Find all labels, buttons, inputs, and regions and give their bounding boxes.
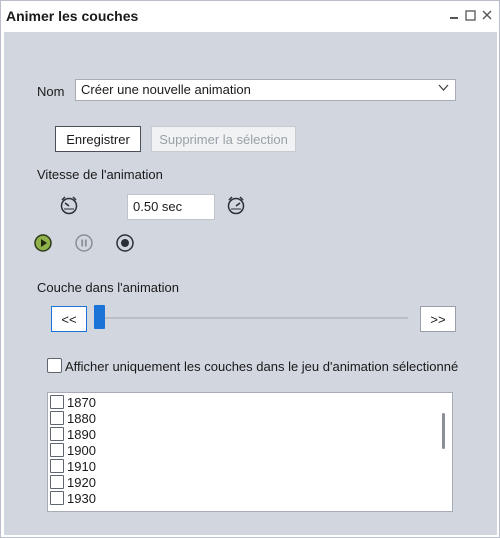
layer-label: Couche dans l'animation [37, 280, 179, 295]
filter-label: Afficher uniquement les couches dans le … [65, 359, 459, 374]
window-title: Animer les couches [6, 8, 139, 24]
name-label: Nom [37, 84, 65, 99]
layer-checkbox[interactable] [50, 491, 64, 505]
list-scrollbar[interactable] [435, 393, 452, 511]
play-icon[interactable] [33, 233, 53, 256]
list-item[interactable]: 1920 [50, 474, 96, 490]
list-item[interactable]: 1890 [50, 426, 96, 442]
panel-body: Nom Créer une nouvelle animation Enregis… [4, 32, 497, 535]
list-item[interactable]: 1910 [50, 458, 96, 474]
pause-icon[interactable] [74, 233, 94, 256]
layer-checkbox[interactable] [50, 395, 64, 409]
chevron-down-icon[interactable] [438, 83, 449, 95]
animation-name-value: Créer une nouvelle animation [81, 82, 251, 97]
animation-name-combobox[interactable]: Créer une nouvelle animation [75, 79, 456, 101]
save-button[interactable]: Enregistrer [55, 126, 141, 152]
layer-checkbox[interactable] [50, 427, 64, 441]
layer-checkbox[interactable] [50, 411, 64, 425]
animate-layers-panel: Animer les couches Nom Créer une nouvell… [0, 0, 500, 538]
speed-label: Vitesse de l'animation [37, 167, 163, 182]
delete-selection-button[interactable]: Supprimer la sélection [151, 126, 296, 152]
layer-list[interactable]: 1870 1880 1890 1900 1910 1920 1930 [47, 392, 453, 512]
minimize-icon[interactable] [446, 6, 462, 24]
layer-checkbox[interactable] [50, 443, 64, 457]
speed-value: 0.50 sec [133, 199, 183, 214]
next-layer-button[interactable]: >> [420, 306, 456, 332]
speed-faster-icon[interactable] [225, 195, 247, 218]
layer-slider-thumb[interactable] [94, 305, 105, 329]
layer-checkbox[interactable] [50, 459, 64, 473]
filter-checkbox[interactable] [47, 358, 62, 373]
list-item[interactable]: 1900 [50, 442, 96, 458]
list-item[interactable]: 1930 [50, 490, 96, 506]
speed-input[interactable]: 0.50 sec [127, 194, 215, 220]
list-item[interactable]: 1870 [50, 394, 96, 410]
list-item[interactable]: 1880 [50, 410, 96, 426]
layer-checkbox[interactable] [50, 475, 64, 489]
maximize-icon[interactable] [462, 6, 478, 24]
scrollbar-thumb[interactable] [442, 413, 445, 449]
speed-slower-icon[interactable] [58, 195, 80, 218]
title-bar: Animer les couches [1, 1, 499, 32]
previous-layer-button[interactable]: << [51, 306, 87, 332]
stop-icon[interactable] [115, 233, 135, 256]
close-icon[interactable] [479, 6, 495, 24]
layer-slider-track[interactable] [96, 317, 408, 319]
